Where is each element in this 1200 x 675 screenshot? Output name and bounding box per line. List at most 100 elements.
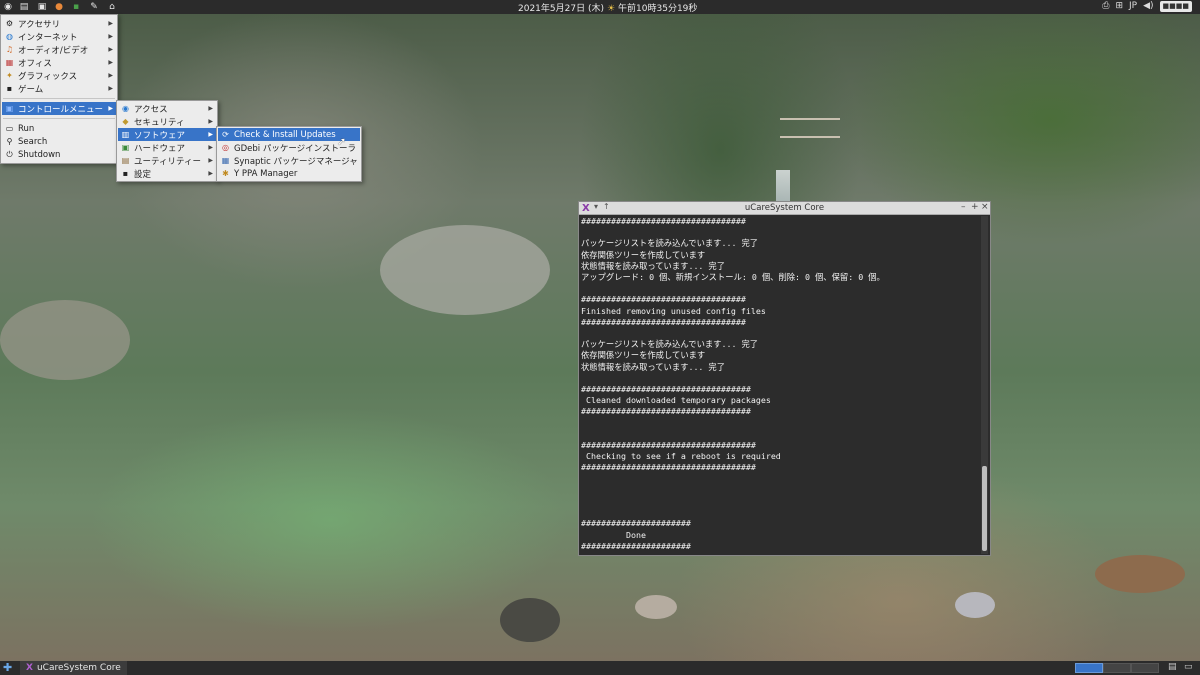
scrollbar-thumb[interactable] bbox=[982, 466, 987, 551]
clock-date: 2021年5月27日 (木) bbox=[518, 4, 604, 14]
files-icon[interactable]: ▤ bbox=[18, 1, 30, 13]
app-menu-icon[interactable]: ◉ bbox=[2, 1, 14, 13]
window-titlebar[interactable]: Ⅹ ▾ ↑ uCareSystem Core – + × bbox=[579, 202, 990, 215]
hardware-icon: ▣ bbox=[121, 143, 130, 152]
media-icon: ♫ bbox=[5, 45, 14, 54]
wallpaper-rock bbox=[1095, 555, 1185, 593]
terminal-line: 依存関係ツリーを作成しています bbox=[581, 350, 706, 361]
wallpaper-rock bbox=[500, 598, 560, 642]
menu-item-games[interactable]: ▪ ゲーム ▶ bbox=[2, 82, 116, 95]
home-icon[interactable]: ⌂ bbox=[106, 1, 118, 13]
taskbar-item[interactable]: Ⅹ uCareSystem Core bbox=[20, 661, 127, 675]
settings-icon[interactable]: ▪ bbox=[70, 1, 82, 13]
terminal-line: Finished removing unused config files bbox=[581, 305, 766, 316]
menu-item-label: ユーティリティー bbox=[134, 156, 201, 167]
submenu-item-software[interactable]: ▥ ソフトウェア ▶ bbox=[118, 128, 216, 141]
menu-separator bbox=[3, 118, 115, 119]
terminal-line: ################################### bbox=[581, 462, 756, 473]
submenu-item-security[interactable]: ◆ セキュリティ ▶ bbox=[118, 115, 216, 128]
submenu-arrow-icon: ▶ bbox=[208, 144, 213, 151]
menu-item-label: アクセス bbox=[134, 104, 168, 115]
submenu-arrow-icon: ▶ bbox=[108, 105, 113, 112]
menu-item-label: コントロールメニュー bbox=[18, 104, 104, 115]
ucaresystem-logo-icon: Ⅹ bbox=[26, 663, 33, 673]
main-menu: ⚙ アクセサリ ▶ ◍ インターネット ▶ ♫ オーディオ/ビデオ ▶ ▦ オフ… bbox=[0, 14, 118, 164]
menu-item-label: オフィス bbox=[18, 58, 52, 69]
menu-item-label: ハードウェア bbox=[134, 143, 186, 154]
menu-item-internet[interactable]: ◍ インターネット ▶ bbox=[2, 30, 116, 43]
terminal-icon[interactable]: ▣ bbox=[36, 1, 48, 13]
menu-item-search[interactable]: ⚲ Search bbox=[2, 135, 116, 148]
submenu-item-hardware[interactable]: ▣ ハードウェア ▶ bbox=[118, 141, 216, 154]
show-desktop-icon[interactable]: ▤ bbox=[1168, 662, 1177, 672]
submenu-item-access[interactable]: ◉ アクセス ▶ bbox=[118, 102, 216, 115]
input-language[interactable]: JP bbox=[1129, 1, 1137, 12]
terminal-line: アップグレード: 0 個、新規インストール: 0 個、削除: 0 個、保留: 0… bbox=[581, 272, 885, 283]
terminal-line: Checking to see if a reboot is required bbox=[581, 451, 781, 462]
utility-icon: ▤ bbox=[121, 156, 130, 165]
run-icon: ▭ bbox=[5, 124, 14, 133]
window-list-icon[interactable]: ▭ bbox=[1184, 662, 1193, 672]
workspace-2[interactable] bbox=[1103, 663, 1131, 673]
notes-icon[interactable]: ✎ bbox=[88, 1, 100, 13]
submenu-item-settings[interactable]: ▪ 設定 ▶ bbox=[118, 167, 216, 180]
terminal-line: パッケージリストを読み込んでいます... 完了 bbox=[581, 238, 759, 249]
menu-item-audio-video[interactable]: ♫ オーディオ/ビデオ ▶ bbox=[2, 43, 116, 56]
volume-icon[interactable]: ◀) bbox=[1143, 1, 1153, 12]
taskbar-item-label: uCareSystem Core bbox=[36, 663, 121, 673]
wallpaper-bridge bbox=[780, 118, 840, 138]
terminal-output[interactable]: ################################# パッケージリ… bbox=[581, 216, 977, 554]
terminal-scrollbar[interactable] bbox=[981, 216, 988, 554]
clock[interactable]: 2021年5月27日 (木) ☀ 午前10時35分19秒 bbox=[518, 1, 697, 14]
printer-icon[interactable]: ⎙ bbox=[1102, 1, 1109, 12]
minimize-icon[interactable]: – bbox=[961, 202, 966, 212]
menu-item-label: インターネット bbox=[18, 32, 78, 43]
submenu-arrow-icon: ▶ bbox=[208, 105, 213, 112]
start-menu-icon[interactable]: ✚ bbox=[3, 661, 12, 674]
user-indicator[interactable]: ■■■■ bbox=[1159, 1, 1192, 12]
submenu-item-synaptic[interactable]: ▦ Synaptic パッケージマネージャ bbox=[218, 154, 360, 167]
terminal-line: Cleaned downloaded temporary packages bbox=[581, 395, 771, 406]
terminal-line: ###################### bbox=[581, 518, 691, 529]
submenu-item-y-ppa-manager[interactable]: ✱ Y PPA Manager bbox=[218, 167, 360, 180]
bottom-panel: ✚ Ⅹ uCareSystem Core ▤ ▭ bbox=[0, 661, 1200, 675]
menu-item-label: 設定 bbox=[134, 169, 152, 180]
submenu-arrow-icon: ▶ bbox=[208, 170, 213, 177]
maximize-icon[interactable]: + bbox=[971, 202, 979, 212]
submenu-arrow-icon: ▶ bbox=[108, 20, 113, 27]
mouse-pointer-icon: ➚ bbox=[337, 135, 347, 148]
terminal-line: パッケージリストを読み込んでいます... 完了 bbox=[581, 339, 759, 350]
menu-item-office[interactable]: ▦ オフィス ▶ bbox=[2, 56, 116, 69]
control-submenu: ◉ アクセス ▶ ◆ セキュリティ ▶ ▥ ソフトウェア ▶ ▣ ハードウェア … bbox=[116, 100, 218, 182]
wallpaper-waterfall bbox=[776, 170, 790, 205]
wallpaper-rock bbox=[0, 300, 130, 380]
software-icon: ▥ bbox=[121, 130, 130, 139]
sun-cloud-icon: ☀ bbox=[606, 4, 616, 14]
wallpaper-rock bbox=[955, 592, 995, 618]
submenu-item-utility[interactable]: ▤ ユーティリティー ▶ bbox=[118, 154, 216, 167]
close-icon[interactable]: × bbox=[981, 202, 989, 212]
menu-item-label: ソフトウェア bbox=[134, 130, 186, 141]
network-icon[interactable]: ⊞ bbox=[1115, 1, 1123, 12]
workspace-3[interactable] bbox=[1131, 663, 1159, 673]
menu-item-label: Shutdown bbox=[18, 149, 61, 160]
firefox-icon[interactable]: ● bbox=[53, 1, 65, 13]
menu-item-run[interactable]: ▭ Run bbox=[2, 122, 116, 135]
update-icon: ⟳ bbox=[222, 130, 229, 139]
menu-item-shutdown[interactable]: ⏻ Shutdown bbox=[2, 148, 116, 161]
menu-item-label: Synaptic パッケージマネージャ bbox=[234, 156, 358, 167]
search-icon: ⚲ bbox=[6, 137, 13, 146]
terminal-window[interactable]: Ⅹ ▾ ↑ uCareSystem Core – + × ###########… bbox=[578, 201, 991, 556]
workspace-1[interactable] bbox=[1075, 663, 1103, 673]
menu-item-label: Check & Install Updates bbox=[234, 129, 336, 140]
system-tray: ⎙ ⊞ JP ◀) ■■■■ bbox=[1102, 1, 1192, 12]
menu-item-label: アクセサリ bbox=[18, 19, 61, 30]
menu-item-label: セキュリティ bbox=[134, 117, 185, 128]
terminal-line: ################################## bbox=[581, 384, 751, 395]
menu-item-graphics[interactable]: ✦ グラフィックス ▶ bbox=[2, 69, 116, 82]
menu-item-control-menu[interactable]: ▣ コントロールメニュー ▶ bbox=[2, 102, 116, 115]
menu-item-accessories[interactable]: ⚙ アクセサリ ▶ bbox=[2, 17, 116, 30]
accessories-icon: ⚙ bbox=[5, 19, 14, 28]
